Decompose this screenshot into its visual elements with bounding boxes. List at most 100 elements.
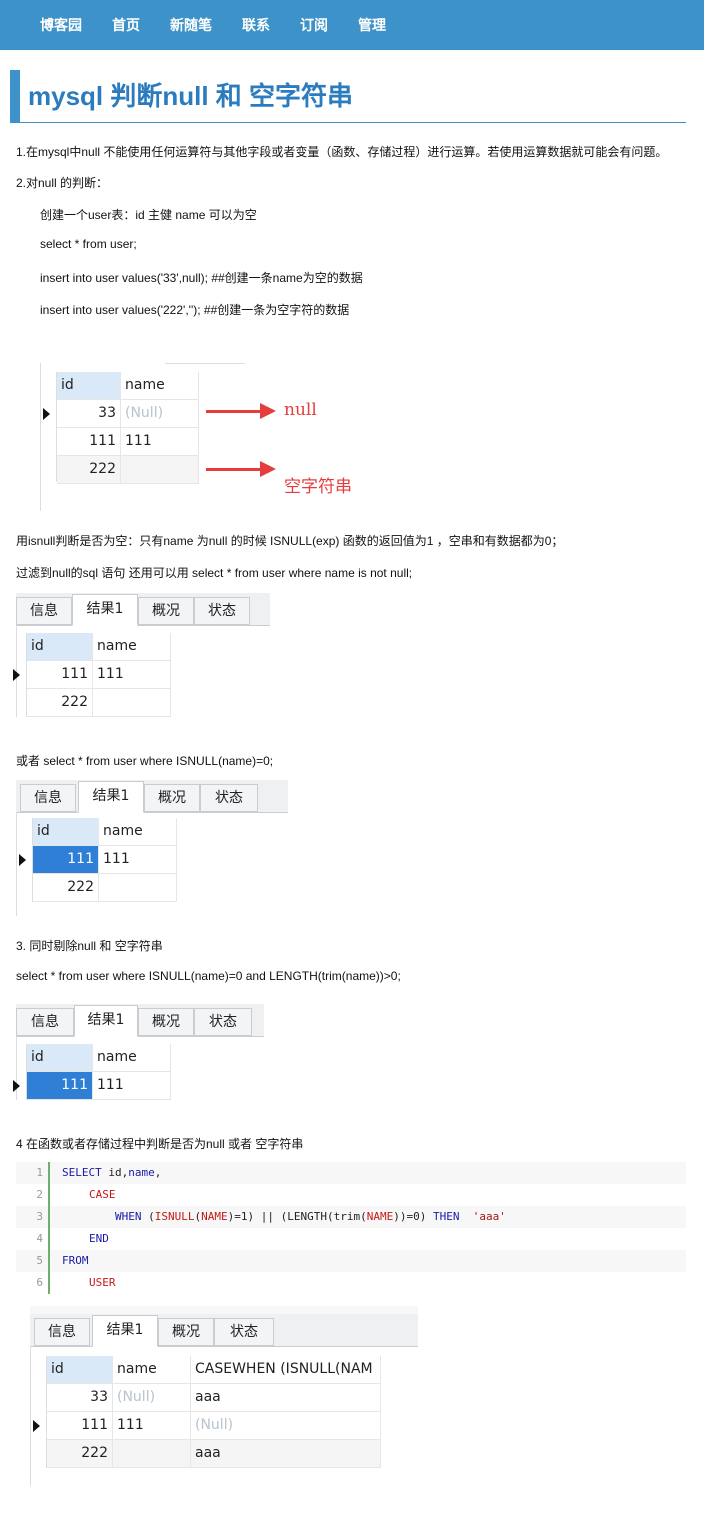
tab-info[interactable]: 信息 bbox=[34, 1318, 90, 1346]
table-row[interactable]: 222 bbox=[33, 874, 177, 902]
cell-id[interactable]: 222 bbox=[57, 456, 121, 483]
tab-overview[interactable]: 概况 bbox=[144, 784, 200, 812]
nav-link-new-post[interactable]: 新随笔 bbox=[170, 0, 212, 50]
cell-id[interactable]: 33 bbox=[47, 1384, 113, 1411]
code-block: 1 SELECT id,name, 2 CASE 3 WHEN (ISNULL(… bbox=[16, 1162, 686, 1294]
nav-link-contact[interactable]: 联系 bbox=[242, 0, 270, 50]
grid5-tabbar: 信息 结果1 概况 状态 bbox=[30, 1314, 418, 1347]
title-accent-bar bbox=[10, 70, 20, 122]
cell-id[interactable]: 111 bbox=[47, 1412, 113, 1439]
tab-info[interactable]: 信息 bbox=[20, 784, 76, 812]
paragraph-4: select * from user; bbox=[40, 237, 137, 251]
grid2-header-row: id name bbox=[27, 633, 171, 661]
code-token: CASE bbox=[89, 1188, 116, 1201]
code-line: 6 USER bbox=[16, 1272, 686, 1294]
cell-name[interactable]: 111 bbox=[113, 1412, 191, 1439]
tab-overview[interactable]: 概况 bbox=[138, 597, 194, 625]
nav-link-admin[interactable]: 管理 bbox=[358, 0, 386, 50]
nav-link-cnblogs[interactable]: 博客园 bbox=[40, 0, 82, 50]
cell-name[interactable]: 111 bbox=[99, 846, 177, 873]
nav-link-subscribe[interactable]: 订阅 bbox=[300, 0, 328, 50]
cell-casewhen[interactable]: (Null) bbox=[191, 1412, 381, 1439]
cell-casewhen[interactable]: aaa bbox=[191, 1440, 381, 1467]
code-token: ( bbox=[141, 1210, 155, 1223]
cell-name[interactable] bbox=[93, 689, 171, 716]
tab-overview[interactable]: 概况 bbox=[138, 1008, 194, 1036]
code-token: NAME bbox=[201, 1210, 228, 1223]
cell-id[interactable]: 222 bbox=[33, 874, 99, 901]
paragraph-2: 2.对null 的判断： bbox=[16, 176, 109, 190]
result-grid-3: 信息 结果1 概况 状态 id name 111 111 222 bbox=[16, 780, 288, 916]
table-row[interactable]: 111 111 bbox=[13, 1072, 171, 1100]
cell-id[interactable]: 33 bbox=[57, 400, 121, 427]
tab-status[interactable]: 状态 bbox=[200, 784, 258, 812]
table-row[interactable]: 222 bbox=[27, 689, 171, 717]
post-title[interactable]: mysql 判断null 和 空字符串 bbox=[28, 76, 353, 113]
annotation-null: null bbox=[284, 400, 317, 420]
cell-id[interactable]: 111 bbox=[27, 661, 93, 688]
cell-id-selected[interactable]: 111 bbox=[33, 846, 99, 873]
code-token: id, bbox=[101, 1166, 129, 1179]
grid4-tabbar: 信息 结果1 概况 状态 bbox=[16, 1004, 264, 1037]
result-grid-1: id name 33 (Null) 111 111 222 null 空字符串 bbox=[40, 363, 370, 511]
tab-info[interactable]: 信息 bbox=[16, 597, 72, 625]
grid1-header-row: id name bbox=[57, 372, 199, 400]
row-pointer-icon bbox=[19, 854, 26, 866]
table-row[interactable]: 111 111 bbox=[13, 661, 171, 689]
paragraph-3: 创建一个user表：id 主健 name 可以为空 bbox=[40, 208, 257, 222]
code-token: ISNULL bbox=[154, 1210, 195, 1223]
cell-id[interactable]: 111 bbox=[57, 428, 121, 455]
tab-result1[interactable]: 结果1 bbox=[78, 781, 144, 813]
grid2-tabbar: 信息 结果1 概况 状态 bbox=[16, 593, 270, 626]
paragraph-12: 4 在函数或者存储过程中判断是否为null 或者 空字符串 bbox=[16, 1137, 304, 1151]
cell-id[interactable]: 222 bbox=[47, 1440, 113, 1467]
post-title-block: mysql 判断null 和 空字符串 bbox=[10, 70, 686, 123]
tab-info[interactable]: 信息 bbox=[16, 1008, 74, 1036]
tab-status[interactable]: 状态 bbox=[194, 1008, 252, 1036]
row-pointer-icon bbox=[13, 669, 20, 681]
row-pointer-icon bbox=[43, 408, 50, 420]
cell-name[interactable] bbox=[113, 1440, 191, 1467]
grid5-header-row: id name CASEWHEN (ISNULL(NAM bbox=[47, 1356, 381, 1384]
cell-casewhen[interactable]: aaa bbox=[191, 1384, 381, 1411]
table-row[interactable]: 222 bbox=[57, 456, 199, 484]
code-token: ))=0) bbox=[393, 1210, 433, 1223]
grid4-header-row: id name bbox=[27, 1044, 171, 1072]
table-row[interactable]: 33 (Null) aaa bbox=[47, 1384, 381, 1412]
paragraph-11: select * from user where ISNULL(name)=0 … bbox=[16, 969, 401, 983]
arrow-right-icon bbox=[260, 461, 276, 477]
table-row[interactable]: 222 aaa bbox=[47, 1440, 381, 1468]
grid5-col-casewhen: CASEWHEN (ISNULL(NAM bbox=[191, 1356, 381, 1383]
arrow-right-icon bbox=[260, 403, 276, 419]
tab-result1[interactable]: 结果1 bbox=[74, 1005, 138, 1037]
cell-name[interactable]: 111 bbox=[121, 428, 199, 455]
grid2-col-name: name bbox=[93, 633, 171, 660]
tab-overview[interactable]: 概况 bbox=[158, 1318, 214, 1346]
cell-name[interactable]: (Null) bbox=[121, 400, 199, 427]
cell-name[interactable]: 111 bbox=[93, 661, 171, 688]
code-token: , bbox=[154, 1166, 162, 1179]
code-token: USER bbox=[89, 1276, 116, 1289]
paragraph-10: 3. 同时剔除null 和 空字符串 bbox=[16, 939, 163, 953]
cell-name[interactable]: 111 bbox=[93, 1072, 171, 1099]
paragraph-6: insert into user values('222',''); ##创建一… bbox=[40, 303, 350, 317]
table-row[interactable]: 111 111 bbox=[19, 846, 177, 874]
code-line: 1 SELECT id,name, bbox=[16, 1162, 686, 1184]
cell-name[interactable]: (Null) bbox=[113, 1384, 191, 1411]
tab-status[interactable]: 状态 bbox=[214, 1318, 274, 1346]
table-row[interactable]: 111 111 bbox=[57, 428, 199, 456]
cell-name[interactable] bbox=[121, 456, 199, 483]
code-token: SELECT bbox=[62, 1166, 102, 1179]
code-gutter bbox=[16, 1162, 50, 1294]
tab-result1[interactable]: 结果1 bbox=[92, 1315, 158, 1347]
tab-status[interactable]: 状态 bbox=[194, 597, 250, 625]
nav-link-home[interactable]: 首页 bbox=[112, 0, 140, 50]
tab-result1[interactable]: 结果1 bbox=[72, 594, 138, 626]
table-row[interactable]: 33 (Null) bbox=[43, 400, 199, 428]
arrow-line-empty bbox=[206, 468, 262, 471]
table-row[interactable]: 111 111 (Null) bbox=[33, 1412, 381, 1440]
cell-id-selected[interactable]: 111 bbox=[27, 1072, 93, 1099]
code-token: 'aaa' bbox=[472, 1210, 506, 1223]
cell-id[interactable]: 222 bbox=[27, 689, 93, 716]
cell-name[interactable] bbox=[99, 874, 177, 901]
